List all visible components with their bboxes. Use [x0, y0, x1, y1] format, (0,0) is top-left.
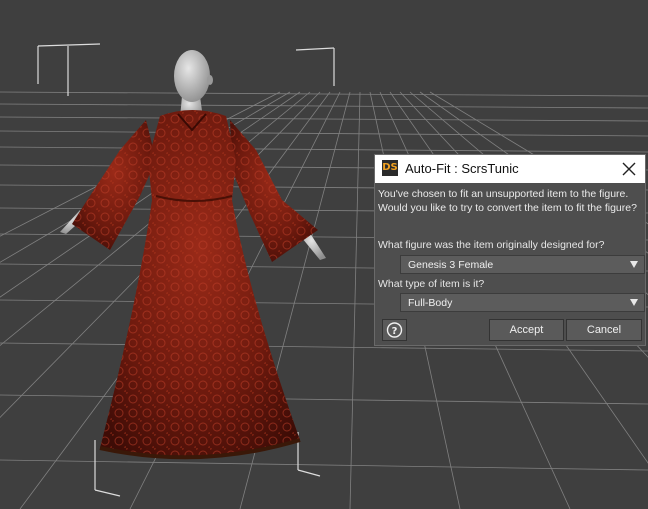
figure-select[interactable]: Genesis 3 Female [400, 255, 645, 274]
close-icon[interactable] [617, 157, 641, 181]
dialog-titlebar[interactable]: DS Auto-Fit : ScrsTunic [375, 155, 645, 183]
figure-select-value: Genesis 3 Female [408, 259, 494, 271]
figure-question-label: What figure was the item originally desi… [378, 239, 605, 251]
help-icon: ? [386, 322, 403, 338]
item-type-question-label: What type of item is it? [378, 278, 485, 290]
item-type-select-value: Full-Body [408, 297, 453, 309]
dialog-message-line1: You've chosen to fit an unsupported item… [378, 188, 629, 200]
dialog-message-line2: Would you like to try to convert the ite… [378, 202, 637, 214]
help-button[interactable]: ? [382, 319, 407, 341]
item-type-select[interactable]: Full-Body [400, 293, 645, 312]
chevron-down-icon [630, 261, 638, 268]
cancel-button[interactable]: Cancel [566, 319, 642, 341]
accept-button[interactable]: Accept [489, 319, 564, 341]
app-logo-icon: DS [382, 160, 398, 176]
chevron-down-icon [630, 299, 638, 306]
auto-fit-dialog: DS Auto-Fit : ScrsTunic You've chosen to… [374, 154, 646, 346]
svg-text:?: ? [392, 326, 398, 337]
dialog-title: Auto-Fit : ScrsTunic [405, 161, 519, 176]
